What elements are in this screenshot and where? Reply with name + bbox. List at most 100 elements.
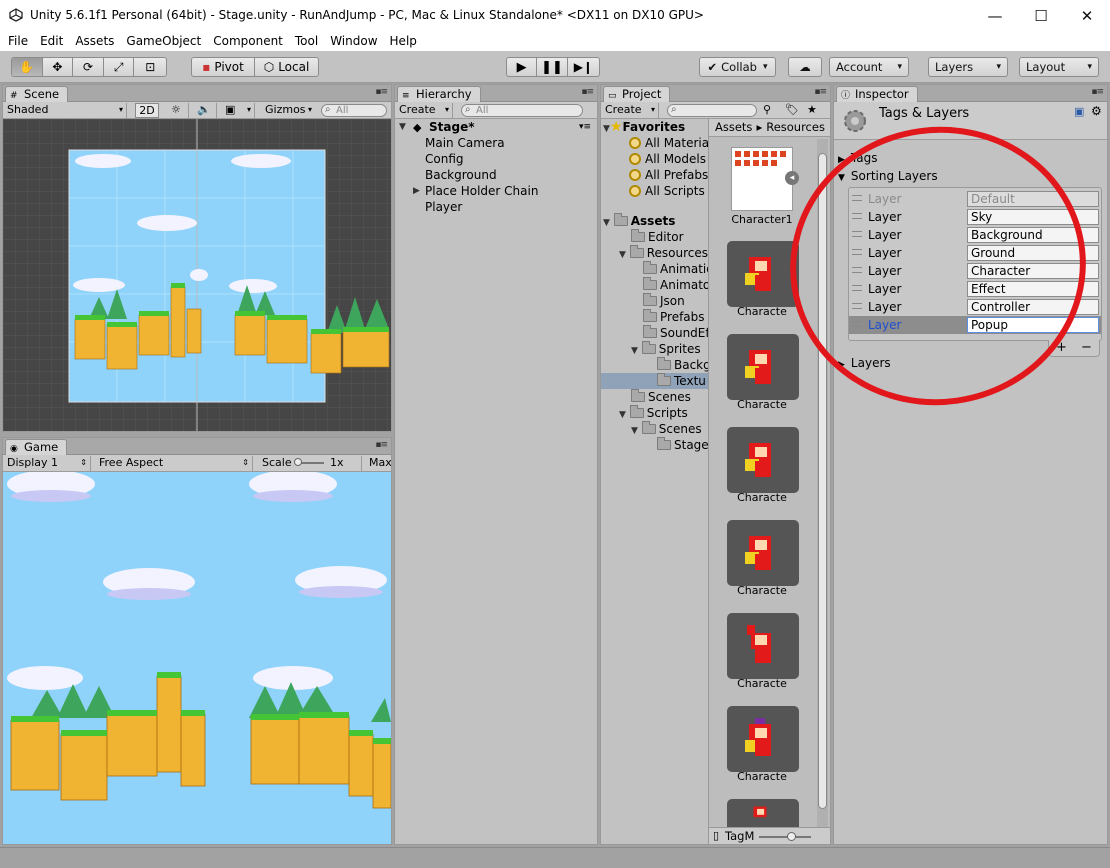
favorite-item[interactable]: All Materia: [629, 135, 708, 151]
favorite-item[interactable]: All Scripts: [629, 183, 705, 199]
drag-handle-icon[interactable]: [852, 231, 862, 237]
layer-name-field[interactable]: Character: [967, 263, 1099, 279]
drag-handle-icon[interactable]: [852, 285, 862, 291]
sorting-layer-row[interactable]: Layer: [852, 299, 901, 315]
aspect-dropdown[interactable]: Free Aspect ⇕: [95, 456, 253, 471]
drag-handle-icon[interactable]: [852, 213, 862, 219]
hierarchy-item[interactable]: Place Holder Chain: [425, 183, 538, 199]
folder-item[interactable]: Editor: [631, 229, 684, 245]
tags-foldout[interactable]: ▶ Tags: [838, 150, 878, 166]
tab-game[interactable]: ◉ Game: [5, 439, 68, 455]
expand-sprite-icon[interactable]: ◂: [785, 171, 799, 185]
menu-file[interactable]: File: [2, 34, 34, 48]
folder-item[interactable]: ▼ Resources: [619, 245, 708, 261]
expand-arrow-icon[interactable]: ▼: [399, 119, 406, 135]
scale-tool-button[interactable]: ⤢: [104, 58, 135, 76]
folder-item[interactable]: Scenes: [631, 389, 691, 405]
character-thumbnail[interactable]: [727, 427, 799, 493]
hierarchy-item[interactable]: Background: [425, 167, 497, 183]
project-create-dropdown[interactable]: Create ▾: [601, 103, 659, 118]
display-dropdown[interactable]: Display 1 ⇕: [3, 456, 91, 471]
hierarchy-search-input[interactable]: All: [461, 104, 583, 117]
layer-name-field[interactable]: Effect: [967, 281, 1099, 297]
assets-row[interactable]: ▼ Assets: [603, 213, 675, 229]
tab-scene[interactable]: # Scene: [5, 86, 69, 102]
star-favorite-icon[interactable]: ★: [807, 103, 817, 116]
maximize-button[interactable]: ☐: [1018, 0, 1064, 31]
layer-name-field[interactable]: Ground: [967, 245, 1099, 261]
favorite-item[interactable]: All Prefabs: [629, 167, 708, 183]
rect-tool-button[interactable]: ⊡: [134, 58, 166, 76]
settings-cog-icon[interactable]: ⚙: [1091, 104, 1102, 118]
thumbnail-size-slider[interactable]: [759, 836, 811, 838]
panel-menu-icon[interactable]: ▪≡: [814, 87, 827, 97]
character-thumbnail[interactable]: [727, 706, 799, 772]
audio-toggle[interactable]: 🔈: [193, 103, 217, 118]
gizmos-dropdown[interactable]: Gizmos ▾: [261, 103, 315, 118]
drag-handle-icon[interactable]: [852, 267, 862, 273]
cloud-button[interactable]: ☁: [788, 57, 822, 77]
minimize-button[interactable]: —: [972, 0, 1018, 31]
character-thumbnail[interactable]: [727, 613, 799, 679]
layers-dropdown[interactable]: Layers: [928, 57, 1008, 77]
shading-mode-dropdown[interactable]: Shaded ▾: [3, 103, 127, 118]
layer-name-field[interactable]: Controller: [967, 299, 1099, 315]
character-thumbnail[interactable]: [727, 799, 799, 829]
scene-search-input[interactable]: All: [321, 104, 387, 117]
menu-window[interactable]: Window: [324, 34, 383, 48]
scene-root-row[interactable]: ▼ ◆ Stage* ▾≡: [399, 119, 595, 135]
layers-foldout[interactable]: ▶ Layers: [838, 355, 891, 371]
menu-tool[interactable]: Tool: [289, 34, 324, 48]
remove-layer-button[interactable]: −: [1074, 340, 1099, 356]
tab-inspector[interactable]: ⓘ Inspector: [836, 86, 918, 102]
move-tool-button[interactable]: ✥: [43, 58, 74, 76]
thumbnail-size-knob[interactable]: [787, 832, 796, 841]
close-button[interactable]: ✕: [1064, 0, 1110, 31]
scrollbar-thumb[interactable]: [818, 153, 827, 809]
folder-item[interactable]: Animatio: [643, 261, 708, 277]
character-thumbnail[interactable]: [727, 241, 799, 307]
sorting-layer-row[interactable]: Layer: [852, 245, 901, 261]
2d-toggle[interactable]: 2D: [135, 103, 159, 118]
tab-hierarchy[interactable]: ≡ Hierarchy: [397, 86, 481, 102]
drag-handle-icon[interactable]: [852, 303, 862, 309]
pivot-button[interactable]: ▪ Pivot: [192, 58, 256, 76]
play-button[interactable]: ▶: [507, 58, 538, 76]
sprite-sheet-thumbnail[interactable]: [731, 147, 793, 211]
folder-item[interactable]: Backg: [657, 357, 708, 373]
folder-item[interactable]: ▼ Sprites: [631, 341, 701, 357]
panel-menu-icon[interactable]: ▪≡: [1091, 87, 1104, 97]
account-dropdown[interactable]: Account: [829, 57, 909, 77]
sorting-layer-row[interactable]: Layer: [852, 209, 901, 225]
folder-item[interactable]: Animato: [643, 277, 708, 293]
label-tag-icon[interactable]: 🏷: [785, 103, 799, 116]
lighting-toggle[interactable]: ☼: [167, 103, 189, 118]
menu-help[interactable]: Help: [384, 34, 423, 48]
step-button[interactable]: ▶❙: [568, 58, 599, 76]
menu-component[interactable]: Component: [207, 34, 289, 48]
favorites-row[interactable]: ▼★Favorites: [603, 119, 685, 135]
layout-dropdown[interactable]: Layout: [1019, 57, 1099, 77]
sorting-layer-row[interactable]: Layer: [852, 281, 901, 297]
folder-item-selected[interactable]: Textu: [601, 373, 708, 389]
character-thumbnail[interactable]: [727, 520, 799, 586]
maximize-on-play-toggle[interactable]: Maxi: [365, 456, 391, 471]
breadcrumb-item[interactable]: Assets: [715, 120, 752, 134]
layer-name-field[interactable]: Sky: [967, 209, 1099, 225]
layer-name-field[interactable]: Background: [967, 227, 1099, 243]
panel-menu-icon[interactable]: ▪≡: [375, 87, 388, 97]
scene-menu-icon[interactable]: ▾≡: [579, 119, 591, 135]
hand-tool-button[interactable]: ✋: [12, 58, 43, 76]
asset-scrollbar[interactable]: [817, 139, 828, 827]
drag-handle-icon[interactable]: [852, 249, 862, 255]
folder-item[interactable]: SoundEf: [643, 325, 708, 341]
collapsed-arrow-icon[interactable]: ▶: [413, 186, 420, 196]
scene-viewport[interactable]: [3, 119, 391, 431]
drag-handle-icon[interactable]: [852, 321, 862, 327]
sorting-layer-row[interactable]: Layer: [852, 263, 901, 279]
breadcrumb-item[interactable]: Resources: [766, 120, 825, 134]
folder-item[interactable]: Prefabs: [643, 309, 705, 325]
add-layer-button[interactable]: +: [1049, 340, 1074, 356]
filter-type-icon[interactable]: ⚲: [763, 103, 771, 116]
panel-menu-icon[interactable]: ▪≡: [581, 87, 594, 97]
